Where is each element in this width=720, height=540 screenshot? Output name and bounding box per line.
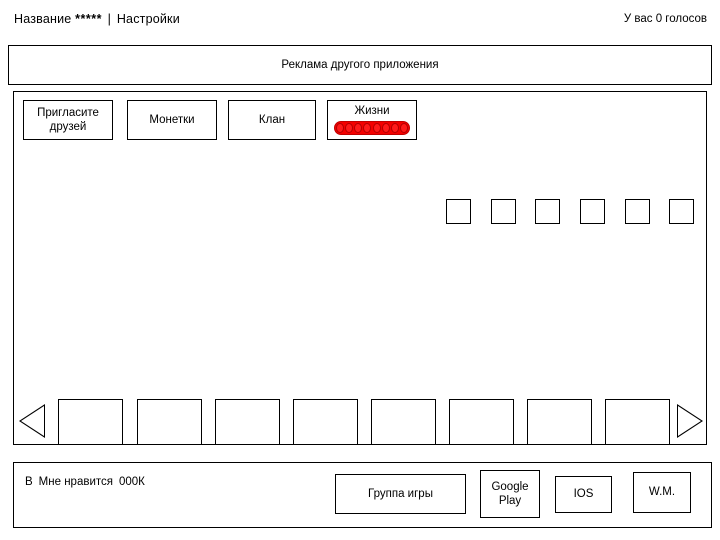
life-pip-icon [354, 123, 363, 134]
carousel-cell[interactable] [527, 399, 592, 444]
windows-mobile-button[interactable]: W.M. [633, 472, 691, 513]
life-pip-icon [336, 123, 344, 134]
clan-button[interactable]: Клан [228, 100, 316, 140]
like-label: Мне нравится [38, 476, 113, 488]
windows-mobile-label: W.M. [648, 486, 676, 499]
item-slot[interactable] [580, 199, 605, 224]
ad-banner[interactable]: Реклама другого приложения [8, 45, 712, 85]
life-pip-icon [390, 123, 399, 134]
item-slot[interactable] [669, 199, 694, 224]
main-panel: Пригласите друзей Монетки Клан Жизни [13, 91, 707, 445]
votes-counter: У вас 0 голосов [623, 13, 707, 25]
settings-link[interactable]: Настройки [117, 12, 180, 26]
ios-label: IOS [573, 488, 594, 501]
facebook-like-widget[interactable]: B Мне нравится 000К [25, 476, 145, 488]
footer-panel: B Мне нравится 000К Группа игры Google Pla… [13, 462, 712, 528]
title-separator: | [107, 12, 112, 26]
ad-banner-text: Реклама другого приложения [281, 59, 439, 71]
life-pip-icon [399, 123, 408, 134]
item-slot[interactable] [625, 199, 650, 224]
lives-label: Жизни [354, 105, 390, 117]
triangle-right-icon[interactable] [677, 404, 703, 438]
carousel-cell[interactable] [293, 399, 358, 444]
ios-button[interactable]: IOS [555, 476, 612, 513]
coins-button[interactable]: Монетки [127, 100, 217, 140]
life-pip-icon [363, 123, 372, 134]
coins-label: Монетки [149, 113, 195, 126]
game-group-button[interactable]: Группа игры [335, 474, 466, 514]
life-pip-icon [345, 123, 354, 134]
carousel-cell[interactable] [449, 399, 514, 444]
invite-friends-label: Пригласите друзей [37, 106, 99, 133]
app-title: Название ***** | Настройки [14, 12, 180, 26]
level-carousel [14, 398, 708, 444]
carousel-cell[interactable] [371, 399, 436, 444]
top-button-row: Пригласите друзей Монетки Клан Жизни [14, 92, 708, 224]
triangle-left-icon[interactable] [19, 404, 45, 438]
invite-friends-button[interactable]: Пригласите друзей [23, 100, 113, 140]
app-title-name: Название [14, 12, 72, 26]
carousel-cell[interactable] [58, 399, 123, 444]
game-group-label: Группа игры [368, 487, 433, 500]
carousel-cell[interactable] [137, 399, 202, 444]
app-title-stars: ***** [75, 12, 102, 26]
carousel-cell[interactable] [605, 399, 670, 444]
facebook-icon: B [25, 476, 33, 488]
item-slot[interactable] [446, 199, 471, 224]
item-slot[interactable] [491, 199, 516, 224]
item-slot[interactable] [535, 199, 560, 224]
top-bar: Название ***** | Настройки У вас 0 голос… [0, 0, 720, 40]
carousel-cell[interactable] [215, 399, 280, 444]
life-pip-icon [381, 123, 390, 134]
lives-button[interactable]: Жизни [327, 100, 417, 140]
clan-label: Клан [258, 113, 286, 126]
google-play-button[interactable]: Google Play [480, 470, 540, 518]
lives-bar [334, 121, 410, 136]
life-pip-icon [372, 123, 381, 134]
like-count: 000К [118, 476, 145, 488]
google-play-label: Google Play [491, 480, 529, 507]
